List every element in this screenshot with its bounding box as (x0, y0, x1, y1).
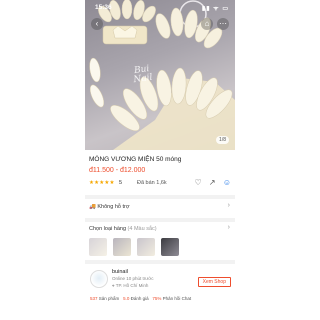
share-icon[interactable]: ↗ (209, 178, 216, 187)
status-icons: ▮▮ ᯤ ▭ (201, 6, 229, 12)
shop-stats: 537 Sản phẩm 5.0 Đánh giá 75% Phản hồi C… (90, 296, 191, 301)
truck-icon: 🚚 (89, 204, 96, 210)
shipping-label: Không hỗ trợ (97, 204, 130, 210)
products-label: Sản phẩm (98, 296, 120, 301)
variant-count: (4 Màu sắc) (127, 226, 157, 232)
cart-icon: ⌂ (204, 19, 210, 28)
shop-location-text: TP. Hồ Chí Minh (115, 283, 149, 288)
divider (85, 218, 235, 222)
product-price: đ11.500 - đ12.000 (89, 167, 146, 174)
shop-card: buinail Online 10 phút trước ⌖ TP. Hồ Ch… (85, 264, 235, 320)
variant-row[interactable]: Chọn loại hàng (4 Màu sắc) (89, 226, 157, 232)
view-shop-button[interactable]: Xem Shop (197, 277, 231, 287)
status-time: 15:36 (95, 4, 112, 11)
back-icon: ‹ (95, 19, 99, 28)
status-bar: 15:36 ▮▮ ᯤ ▭ (85, 4, 235, 14)
rating-score: 5 (119, 180, 123, 186)
product-image[interactable]: 15:36 ▮▮ ᯤ ▭ ‹ ⌂ ⋯ Bui Nail 1/8 (85, 0, 235, 150)
heart-icon[interactable]: ♡ (194, 178, 201, 187)
shop-avatar[interactable] (90, 270, 108, 288)
more-button[interactable]: ⋯ (217, 18, 229, 30)
rating-stars: ★★★★★ (89, 180, 115, 186)
chat-rate-label: Phản hồi Chat (162, 296, 192, 301)
shop-rating-value: 5.0 (123, 296, 130, 301)
image-counter: 1/8 (216, 136, 229, 144)
shop-rating-label: Đánh giá (130, 296, 149, 301)
rating-row: ★★★★★ 5 Đã bán 1,6k ♡ ↗ ☺ (89, 178, 231, 190)
location-pin-icon: ⌖ (112, 283, 115, 288)
chat-icon[interactable]: ☺ (223, 178, 231, 187)
chat-rate: 75% (152, 296, 162, 301)
product-title: MÓNG VƯƠNG MIỆN 50 móng (89, 156, 182, 163)
cart-button[interactable]: ⌂ (201, 18, 213, 30)
chevron-right-icon: › (227, 202, 230, 209)
shop-online-status: Online 10 phút trước (112, 276, 154, 281)
products-count: 537 (90, 296, 98, 301)
chevron-right-icon: › (227, 224, 230, 231)
shop-name[interactable]: buinail (112, 269, 128, 275)
more-icon: ⋯ (219, 19, 227, 28)
variant-thumb[interactable] (113, 238, 131, 256)
shop-location: ⌖ TP. Hồ Chí Minh (112, 283, 148, 288)
sold-count: Đã bán 1,6k (137, 180, 167, 186)
variant-label: Chọn loại hàng (89, 226, 127, 232)
variant-thumb[interactable] (161, 238, 179, 256)
divider (85, 195, 235, 199)
product-screen: 15:36 ▮▮ ᯤ ▭ ‹ ⌂ ⋯ Bui Nail 1/8 MÓNG VƯƠ… (85, 0, 235, 320)
back-button[interactable]: ‹ (91, 18, 103, 30)
shipping-row[interactable]: 🚚 Không hỗ trợ (89, 204, 129, 210)
watermark: Bui Nail (132, 64, 153, 85)
variant-thumb[interactable] (89, 238, 107, 256)
variant-thumb[interactable] (137, 238, 155, 256)
